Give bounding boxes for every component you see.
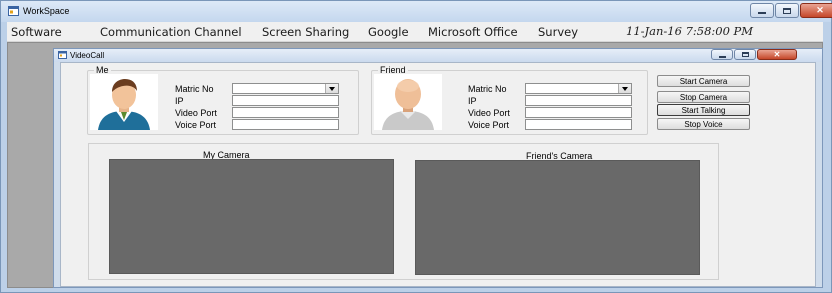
start-camera-button[interactable]: Start Camera [657, 75, 750, 87]
menu-bar: Software Communication Channel Screen Sh… [7, 22, 823, 42]
me-matric-value [233, 85, 235, 94]
videocall-title: VideoCall [70, 51, 105, 60]
videocall-app-icon [58, 51, 67, 59]
stop-voice-button[interactable]: Stop Voice [657, 118, 750, 130]
menu-item-google[interactable]: Google [368, 25, 409, 39]
bald-avatar-icon [382, 79, 434, 130]
minimize-button[interactable] [750, 3, 774, 18]
maximize-button[interactable] [775, 3, 799, 18]
workspace-window-controls: ✕ [749, 3, 832, 18]
dropdown-arrow-icon[interactable] [325, 84, 338, 93]
videocall-client-area: Me Matric No IP Video Port Voice Port Fr… [60, 62, 816, 287]
friend-matric-combo[interactable] [525, 83, 632, 94]
workspace-window: WorkSpace ✕ Software Communication Chann… [0, 0, 832, 293]
workspace-titlebar[interactable]: WorkSpace ✕ [1, 1, 832, 22]
videocall-maximize-button[interactable] [734, 49, 756, 60]
clock-display: 11-Jan-16 7:58:00 PM [626, 24, 754, 38]
videocall-titlebar[interactable]: VideoCall ✕ [54, 49, 822, 62]
dropdown-arrow-icon[interactable] [618, 84, 631, 93]
menu-item-survey[interactable]: Survey [538, 25, 578, 39]
friend-matric-label: Matric No [468, 84, 507, 94]
me-video-port-input[interactable] [232, 107, 339, 118]
stop-camera-button[interactable]: Stop Camera [657, 91, 750, 103]
menu-item-microsoft-office[interactable]: Microsoft Office [428, 25, 518, 39]
me-ip-input[interactable] [232, 95, 339, 106]
friend-avatar [374, 74, 442, 130]
start-talking-button[interactable]: Start Talking [657, 104, 750, 116]
menu-item-communication-channel[interactable]: Communication Channel [100, 25, 242, 39]
my-camera-view [109, 159, 394, 274]
friend-video-port-label: Video Port [468, 108, 510, 118]
app-icon [8, 6, 19, 16]
friend-voice-port-label: Voice Port [468, 120, 510, 130]
menu-item-software[interactable]: Software [11, 25, 62, 39]
me-matric-combo[interactable] [232, 83, 339, 94]
friend-video-port-input[interactable] [525, 107, 632, 118]
me-matric-label: Matric No [175, 84, 214, 94]
videocall-window: VideoCall ✕ Me Matric No IP Video Port V… [53, 48, 823, 288]
workspace-title: WorkSpace [23, 6, 70, 16]
friend-voice-port-input[interactable] [525, 119, 632, 130]
me-ip-label: IP [175, 96, 184, 106]
minimize-icon [718, 55, 726, 58]
friend-ip-label: IP [468, 96, 477, 106]
maximize-icon [741, 52, 749, 57]
me-voice-port-input[interactable] [232, 119, 339, 130]
male-avatar-icon [98, 79, 150, 130]
friend-matric-value [526, 85, 528, 94]
menu-item-screen-sharing[interactable]: Screen Sharing [262, 25, 349, 39]
minimize-icon [758, 12, 766, 14]
camera-panel: My Camera Friend's Camera [88, 143, 719, 280]
me-voice-port-label: Voice Port [175, 120, 217, 130]
videocall-minimize-button[interactable] [711, 49, 733, 60]
close-icon: ✕ [816, 5, 824, 15]
friend-ip-input[interactable] [525, 95, 632, 106]
close-icon: ✕ [773, 50, 781, 59]
close-button[interactable]: ✕ [800, 3, 832, 18]
me-avatar [90, 74, 158, 130]
maximize-icon [783, 7, 791, 14]
friend-groupbox: Friend Matric No IP Video Port Voice Por… [371, 65, 648, 135]
friends-camera-view [415, 160, 700, 275]
me-groupbox: Me Matric No IP Video Port Voice Port [87, 65, 359, 135]
me-video-port-label: Video Port [175, 108, 217, 118]
videocall-window-controls: ✕ [710, 49, 797, 60]
videocall-close-button[interactable]: ✕ [757, 49, 797, 60]
